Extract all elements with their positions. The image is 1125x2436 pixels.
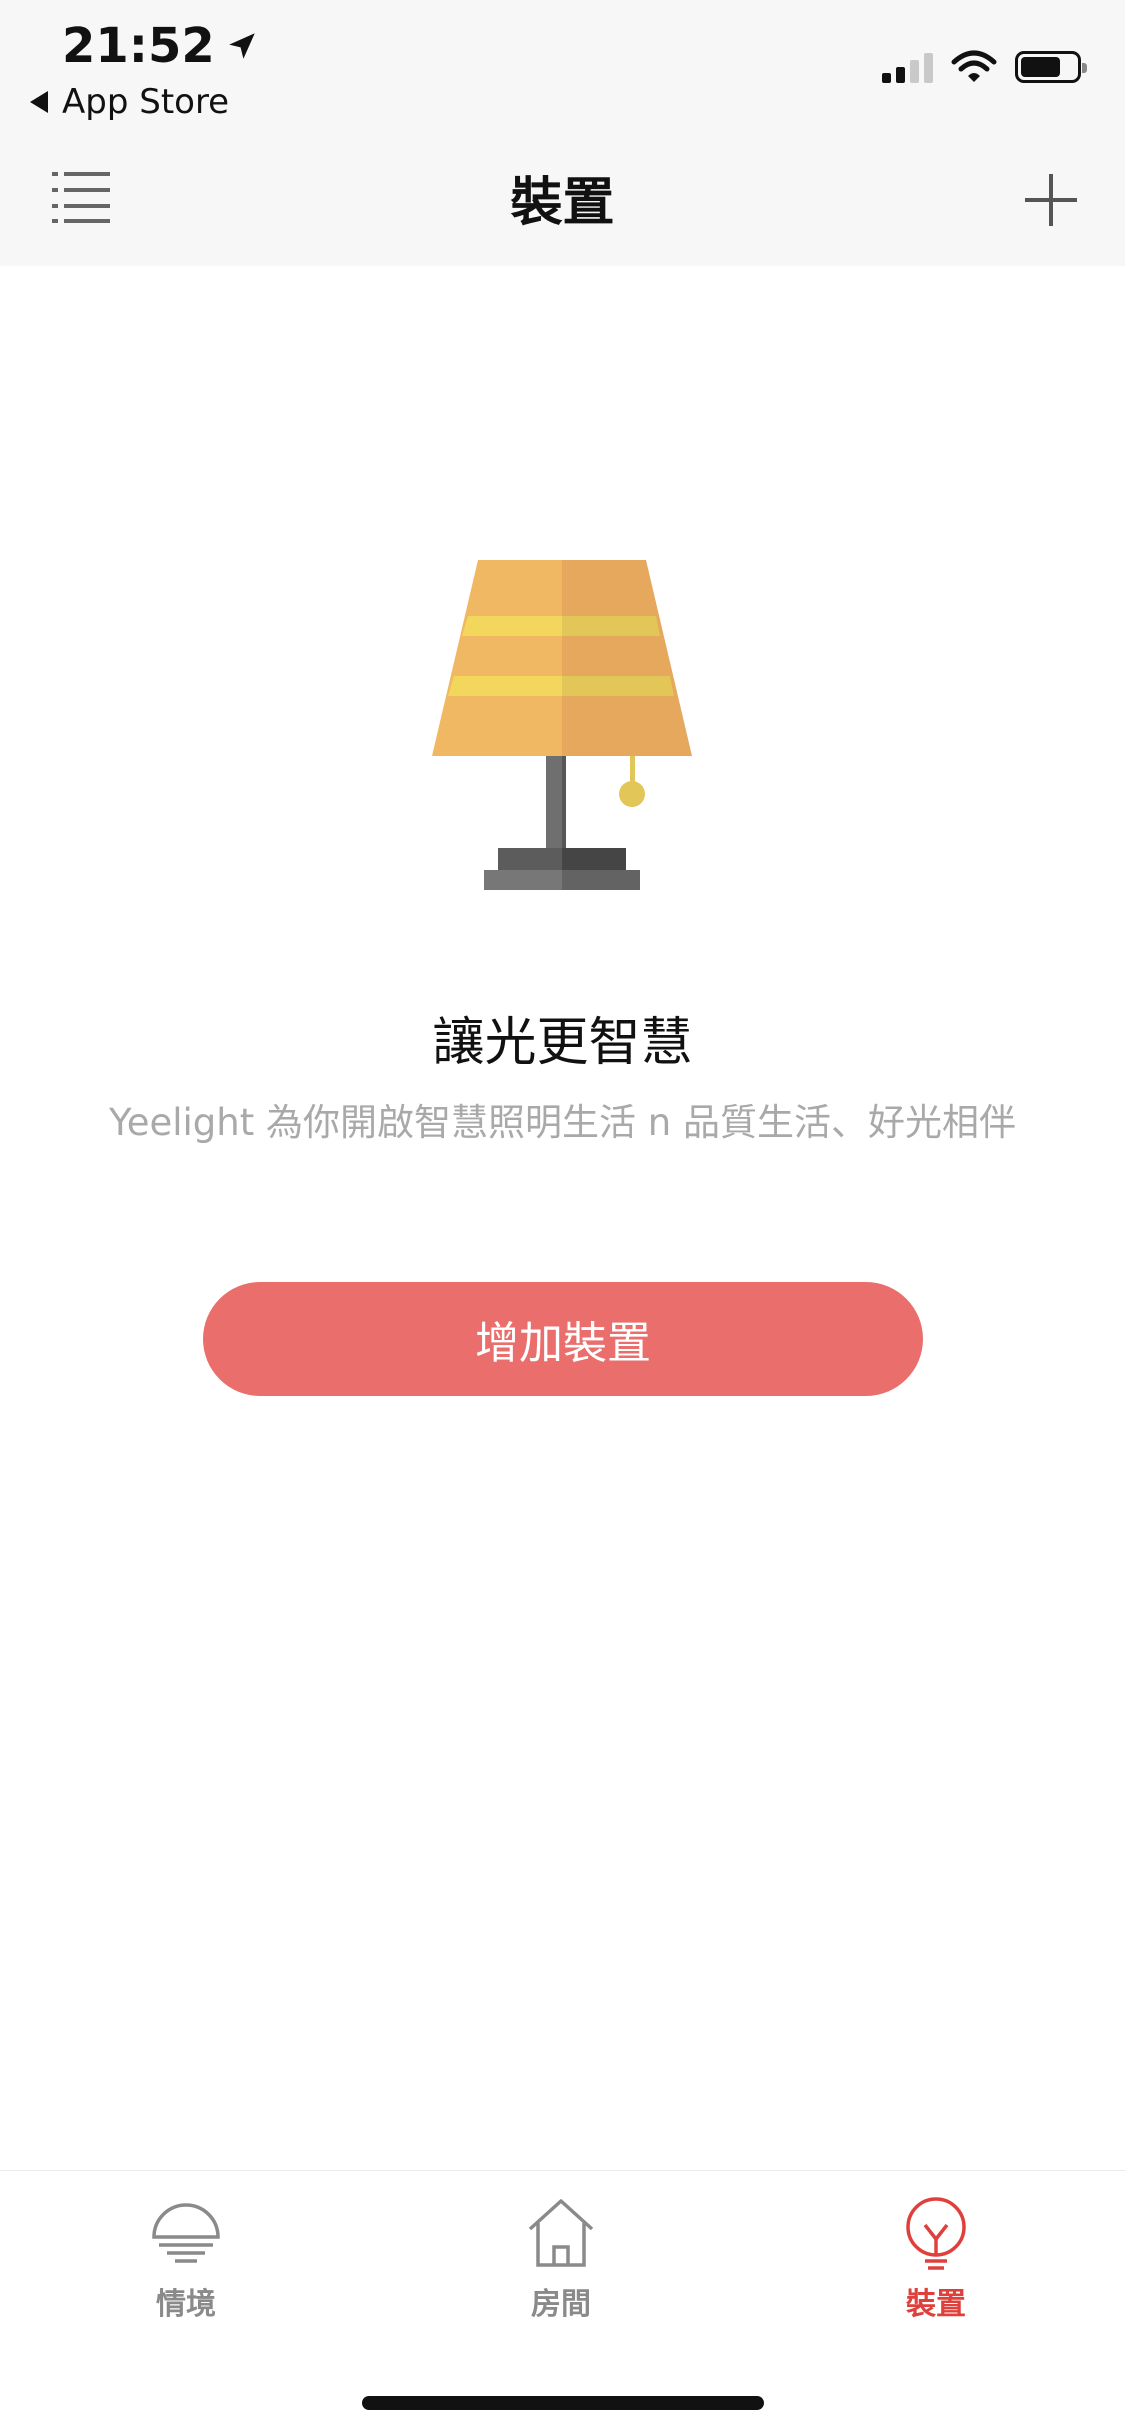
- back-triangle-icon: [30, 91, 48, 113]
- top-bar: 21:52 App Store 裝置: [0, 0, 1125, 266]
- wifi-icon: [951, 50, 997, 82]
- table-lamp-illustration: [432, 560, 692, 890]
- add-device-button[interactable]: 增加裝置: [203, 1282, 923, 1396]
- tab-rooms[interactable]: 房間: [461, 2197, 661, 2323]
- back-app-label: App Store: [62, 82, 230, 122]
- back-to-app-store[interactable]: App Store: [30, 82, 229, 122]
- empty-state-headline: 讓光更智慧: [432, 1013, 693, 1073]
- battery-icon: [1015, 51, 1087, 83]
- tab-rooms-label: 房間: [531, 2287, 591, 2322]
- status-clock: 21:52: [62, 18, 259, 74]
- tab-devices-label: 裝置: [906, 2287, 966, 2322]
- bulb-icon: [906, 2197, 966, 2270]
- empty-state-subtext: Yeelight 為你開啟智慧照明生活 n 品質生活、好光相伴: [109, 1101, 1016, 1144]
- location-arrow-icon: [229, 33, 255, 59]
- tab-scenes-label: 情境: [156, 2287, 216, 2322]
- house-icon: [528, 2199, 594, 2267]
- plus-icon: [1025, 174, 1077, 226]
- scene-lamp-icon: [152, 2203, 220, 2263]
- add-device-plus-button[interactable]: [1021, 170, 1081, 230]
- home-indicator: [362, 2396, 764, 2410]
- status-indicators: [882, 50, 1087, 84]
- page-title: 裝置: [510, 173, 615, 233]
- tab-devices[interactable]: 裝置: [836, 2197, 1036, 2323]
- signal-icon: [882, 51, 933, 83]
- status-time-text: 21:52: [62, 18, 215, 74]
- devices-screen: 21:52 App Store 裝置 讓光更智慧 Yeelight 為你開啟智慧…: [0, 0, 1125, 2436]
- tab-scenes[interactable]: 情境: [86, 2197, 286, 2323]
